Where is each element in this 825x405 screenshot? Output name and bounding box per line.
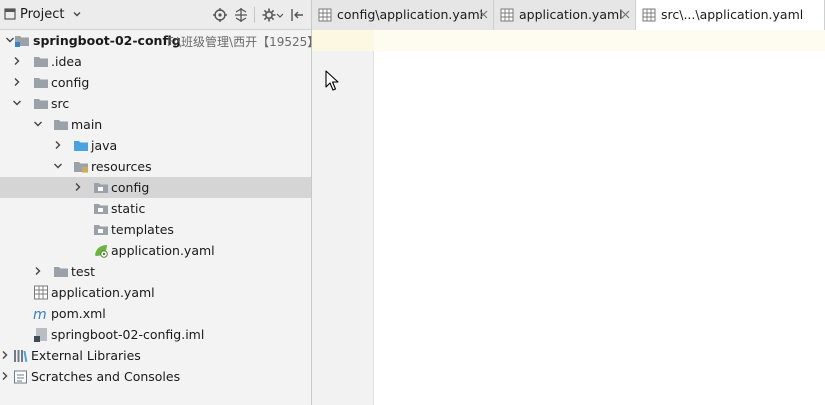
- tab-config-application-yaml[interactable]: config\application.yaml: [312, 0, 494, 30]
- resources-folder-icon: [74, 162, 88, 173]
- tree-item-resources-config[interactable]: config: [0, 177, 311, 198]
- yaml-file-icon: [642, 8, 656, 22]
- tree-item-resources[interactable]: resources: [0, 156, 311, 177]
- code-current-line[interactable]: [374, 30, 825, 51]
- close-icon[interactable]: [621, 10, 630, 19]
- resources-application-yaml-label: application.yaml: [111, 243, 215, 258]
- tree-item-static[interactable]: static: [0, 198, 311, 219]
- project-tool-window: Project springboot-02-config F:\班级管理\西开【…: [0, 0, 319, 405]
- package-folder-icon: [94, 183, 108, 193]
- chevron-right-icon[interactable]: [0, 371, 10, 381]
- external-libraries-label: External Libraries: [31, 348, 141, 363]
- spring-leaf-icon: [95, 245, 108, 258]
- library-icon: [14, 350, 28, 363]
- hide-panel-icon[interactable]: [289, 7, 305, 23]
- scratches-icon: [14, 370, 27, 384]
- project-pane-header: Project: [0, 0, 311, 30]
- module-folder-icon: [15, 36, 29, 47]
- maven-icon: m: [33, 307, 47, 321]
- main-label: main: [71, 117, 103, 132]
- yaml-file-icon: [500, 8, 514, 22]
- chevron-right-icon[interactable]: [33, 266, 43, 276]
- svg-text:m: m: [33, 307, 47, 321]
- folder-icon: [54, 120, 68, 130]
- test-label: test: [71, 264, 96, 279]
- editor-gutter: [312, 30, 374, 405]
- java-label: java: [91, 138, 118, 153]
- tree-item-main[interactable]: main: [0, 114, 311, 135]
- tree-item-test[interactable]: test: [0, 261, 311, 282]
- editor-area: config\application.yaml application.yaml: [312, 0, 825, 405]
- chevron-down-icon[interactable]: [12, 98, 22, 108]
- application-yaml-label: application.yaml: [51, 285, 155, 300]
- chevron-down-icon[interactable]: [53, 161, 63, 171]
- scratches-label: Scratches and Consoles: [31, 369, 181, 384]
- pom-xml-label: pom.xml: [51, 306, 106, 321]
- tree-item-idea[interactable]: . idea: [0, 51, 311, 72]
- package-folder-icon: [94, 225, 108, 235]
- tree-item-src[interactable]: src: [0, 93, 311, 114]
- idea-label: idea: [55, 54, 82, 69]
- tree-item-java[interactable]: java: [0, 135, 311, 156]
- folder-icon: [34, 78, 48, 88]
- iml-file-icon: [34, 328, 47, 342]
- tree-item-pom-xml[interactable]: m pom.xml: [0, 303, 311, 324]
- tab-label: src\...\application.yaml: [661, 7, 804, 22]
- tab-label: config\application.yaml: [337, 7, 484, 22]
- resources-label: resources: [91, 159, 152, 174]
- ide-window: Project springboot-02-config F:\班级管理\西开【…: [0, 0, 825, 405]
- root-module-path: F:\班级管理\西开【19525】: [167, 35, 320, 49]
- mouse-cursor-icon: [325, 70, 339, 91]
- yaml-file-icon: [34, 285, 48, 300]
- gear-icon[interactable]: [261, 7, 277, 23]
- tree-item-root-module[interactable]: springboot-02-config F:\班级管理\西开【19525】: [0, 30, 319, 51]
- templates-label: templates: [111, 222, 174, 237]
- editor-tab-bar: config\application.yaml application.yaml: [312, 0, 825, 31]
- header-separator: [254, 7, 255, 23]
- tree-item-config-top[interactable]: config: [0, 72, 311, 93]
- tree-item-application-yaml[interactable]: application.yaml: [0, 282, 311, 303]
- root-module-label: springboot-02-config: [33, 33, 181, 48]
- close-icon[interactable]: [479, 10, 488, 19]
- tree-item-iml[interactable]: springboot-02-config.iml: [0, 324, 311, 345]
- tree-item-scratches[interactable]: Scratches and Consoles: [0, 366, 311, 387]
- folder-icon: [54, 267, 68, 277]
- resources-config-label: config: [111, 180, 150, 195]
- gutter-current-line: [312, 30, 374, 51]
- yaml-file-icon: [318, 8, 332, 22]
- tree-item-external-libraries[interactable]: External Libraries: [0, 345, 311, 366]
- tab-label: application.yaml: [519, 7, 623, 22]
- static-label: static: [111, 201, 146, 216]
- folder-icon: [34, 57, 48, 67]
- tree-item-resources-application-yaml[interactable]: application.yaml: [0, 240, 311, 261]
- tab-src-application-yaml[interactable]: src\...\application.yaml: [636, 0, 825, 31]
- project-tree: springboot-02-config F:\班级管理\西开【19525】 .…: [0, 30, 319, 387]
- chevron-down-icon[interactable]: [33, 119, 43, 129]
- iml-label: springboot-02-config.iml: [51, 327, 205, 342]
- tree-item-templates[interactable]: templates: [0, 219, 311, 240]
- source-folder-icon: [74, 141, 88, 151]
- chevron-right-icon[interactable]: [12, 77, 22, 87]
- config-top-label: config: [51, 75, 90, 90]
- gear-dropdown-icon[interactable]: [276, 7, 284, 23]
- collapse-all-icon[interactable]: [233, 7, 249, 23]
- chevron-right-icon[interactable]: [0, 350, 10, 360]
- folder-icon: [34, 99, 48, 109]
- project-icon: [4, 8, 16, 20]
- chevron-right-icon[interactable]: [12, 56, 22, 66]
- src-label: src: [51, 96, 70, 111]
- chevron-right-icon[interactable]: [73, 182, 83, 192]
- chevron-down-icon[interactable]: [71, 8, 83, 20]
- tab-application-yaml[interactable]: application.yaml: [494, 0, 636, 30]
- locate-icon[interactable]: [212, 7, 228, 23]
- package-folder-icon: [94, 204, 108, 214]
- project-pane-title[interactable]: Project: [20, 7, 64, 22]
- chevron-right-icon[interactable]: [53, 140, 63, 150]
